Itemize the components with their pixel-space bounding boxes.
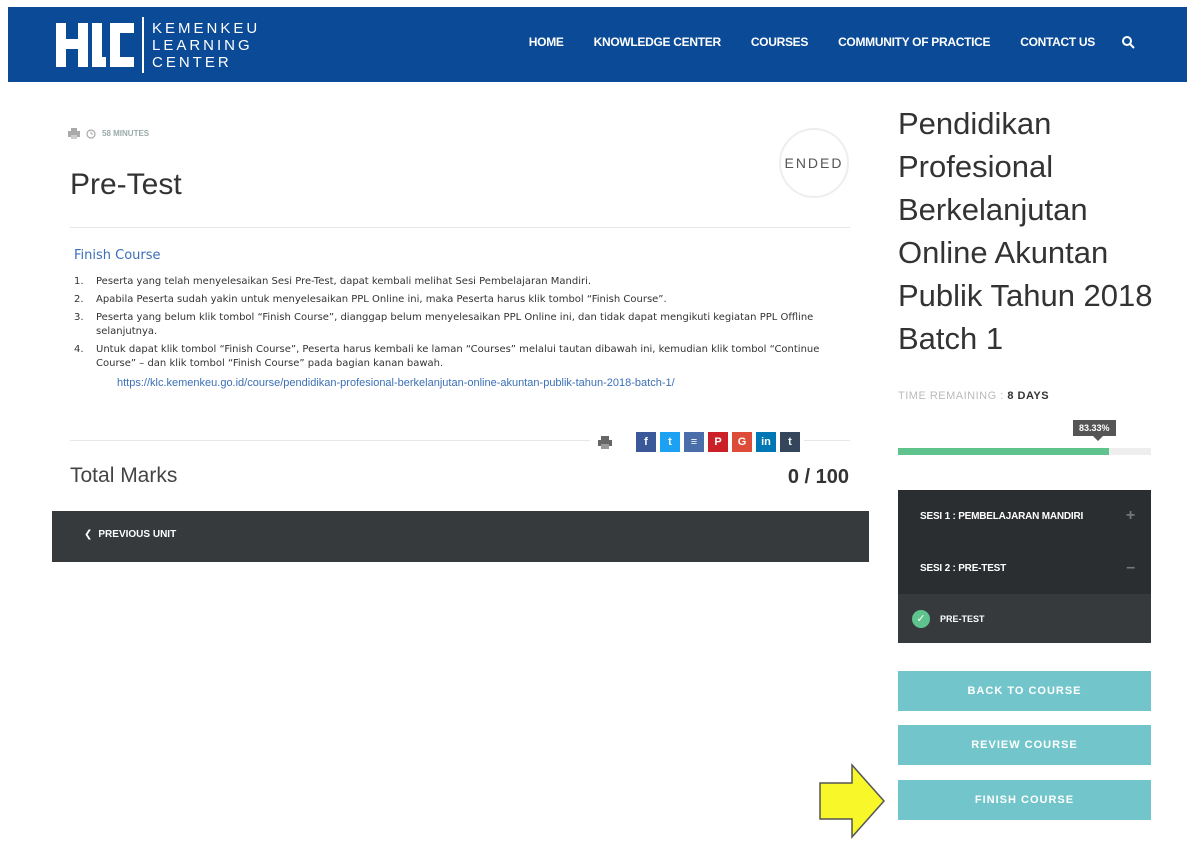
- course-title: Pendidikan Profesional Berkelanjutan Onl…: [898, 106, 1153, 356]
- unit-content: Finish Course 1. Peserta yang telah menye…: [74, 248, 850, 389]
- print-icon[interactable]: [594, 432, 616, 452]
- nav-knowledge-center[interactable]: KNOWLEDGE CENTER: [594, 35, 722, 49]
- instruction-item: 3. Peserta yang belum klik tombol “Finish…: [74, 311, 850, 339]
- tumblr-icon[interactable]: t: [780, 432, 800, 452]
- arrow-right-icon: [819, 763, 886, 839]
- unit-item-label: PRE-TEST: [940, 613, 985, 624]
- instruction-number: 3.: [74, 312, 84, 323]
- instruction-item: 2. Apabila Peserta sudah yakin untuk meny…: [74, 293, 850, 307]
- page-title: Pre-Test: [70, 168, 182, 201]
- pinterest-icon[interactable]: P: [708, 432, 728, 452]
- clock-icon: [86, 128, 96, 139]
- expand-icon[interactable]: +: [1126, 507, 1135, 525]
- google-icon[interactable]: G: [732, 432, 752, 452]
- section-sesi-1[interactable]: SESI 1 : PEMBELAJARAN MANDIRI +: [898, 490, 1151, 542]
- nav-community-of-practice[interactable]: COMMUNITY OF PRACTICE: [838, 35, 990, 49]
- instruction-text: Peserta yang telah menyelesaikan Sesi Pr…: [96, 276, 592, 287]
- instruction-text: Peserta yang belum klik tombol “Finish C…: [96, 312, 814, 337]
- time-remaining-label: TIME REMAINING :: [898, 390, 1004, 402]
- total-marks-value: 0 / 100: [787, 466, 849, 488]
- course-curriculum: SESI 1 : PEMBELAJARAN MANDIRI + SESI 2 :…: [898, 490, 1151, 643]
- unit-item-pre-test[interactable]: ✓ PRE-TEST: [898, 594, 1151, 643]
- logo-text-line: CENTER: [152, 53, 232, 71]
- status-badge: ENDED: [779, 128, 849, 198]
- nav-contact-us[interactable]: CONTACT US: [1020, 35, 1095, 49]
- time-remaining: TIME REMAINING : 8 DAYS: [898, 390, 1049, 402]
- course-link[interactable]: https://klc.kemenkeu.go.id/course/pendid…: [74, 377, 850, 389]
- finish-course-button[interactable]: FINISH COURSE: [898, 780, 1151, 820]
- time-remaining-value: 8 DAYS: [1007, 390, 1050, 402]
- unit-duration: 58 MINUTES: [102, 129, 150, 138]
- linkedin-icon[interactable]: in: [756, 432, 776, 452]
- section-sesi-2[interactable]: SESI 2 : PRE-TEST –: [898, 542, 1151, 594]
- logo-text: KEMENKEU LEARNING CENTER: [152, 20, 260, 71]
- twitter-icon[interactable]: t: [660, 432, 680, 452]
- logo-text-line: LEARNING: [152, 36, 253, 54]
- progress-fill: [898, 448, 1109, 455]
- back-to-course-button[interactable]: BACK TO COURSE: [898, 671, 1151, 711]
- total-marks-label: Total Marks: [70, 464, 178, 487]
- section-label: SESI 2 : PRE-TEST: [920, 562, 1007, 574]
- instruction-number: 2.: [74, 294, 84, 305]
- instruction-number: 1.: [74, 276, 84, 287]
- instruction-item: 1. Peserta yang telah menyelesaikan Sesi …: [74, 275, 850, 289]
- nav-home[interactable]: HOME: [529, 35, 564, 49]
- buffer-icon[interactable]: ≡: [684, 432, 704, 452]
- klc-logo-mark: [56, 23, 134, 67]
- course-progress-bar: [898, 448, 1151, 455]
- check-icon: ✓: [912, 609, 930, 628]
- previous-unit-label: PREVIOUS UNIT: [98, 529, 177, 540]
- instruction-item: 4. Untuk dapat klik tombol “Finish Course…: [74, 343, 850, 371]
- finish-course-heading: Finish Course: [74, 248, 161, 263]
- instruction-text: Apabila Peserta sudah yakin untuk menyel…: [96, 294, 667, 305]
- logo-divider: [142, 17, 144, 73]
- collapse-icon[interactable]: –: [1126, 559, 1135, 577]
- print-icon[interactable]: [68, 128, 80, 139]
- share-bar: f t ≡ P Gin t: [590, 432, 804, 452]
- instruction-text: Untuk dapat klik tombol “Finish Course”,…: [96, 344, 820, 369]
- facebook-icon[interactable]: f: [636, 432, 656, 452]
- review-course-button[interactable]: REVIEW COURSE: [898, 725, 1151, 765]
- section-label: SESI 1 : PEMBELAJARAN MANDIRI: [920, 510, 1084, 522]
- nav-courses[interactable]: COURSES: [751, 35, 809, 49]
- progress-tooltip: 83.33%: [1073, 420, 1116, 441]
- instruction-list: 1. Peserta yang telah menyelesaikan Sesi …: [74, 275, 850, 371]
- search-icon[interactable]: [1121, 35, 1135, 49]
- klc-logo[interactable]: KEMENKEU LEARNING CENTER: [56, 14, 260, 76]
- previous-unit-button[interactable]: ❮ PREVIOUS UNIT: [84, 529, 176, 540]
- site-header: KEMENKEU LEARNING CENTER HOME KNOWLEDGE …: [8, 7, 1187, 82]
- chevron-left-icon: ❮: [84, 529, 93, 540]
- divider: [70, 227, 850, 228]
- unit-navigation-bar: ❮ PREVIOUS UNIT: [52, 511, 869, 562]
- instruction-number: 4.: [74, 344, 84, 355]
- main-nav: HOME KNOWLEDGE CENTER COURSES COMMUNITY …: [529, 35, 1096, 49]
- unit-meta: 58 MINUTES: [68, 128, 149, 139]
- logo-text-line: KEMENKEU: [152, 19, 261, 37]
